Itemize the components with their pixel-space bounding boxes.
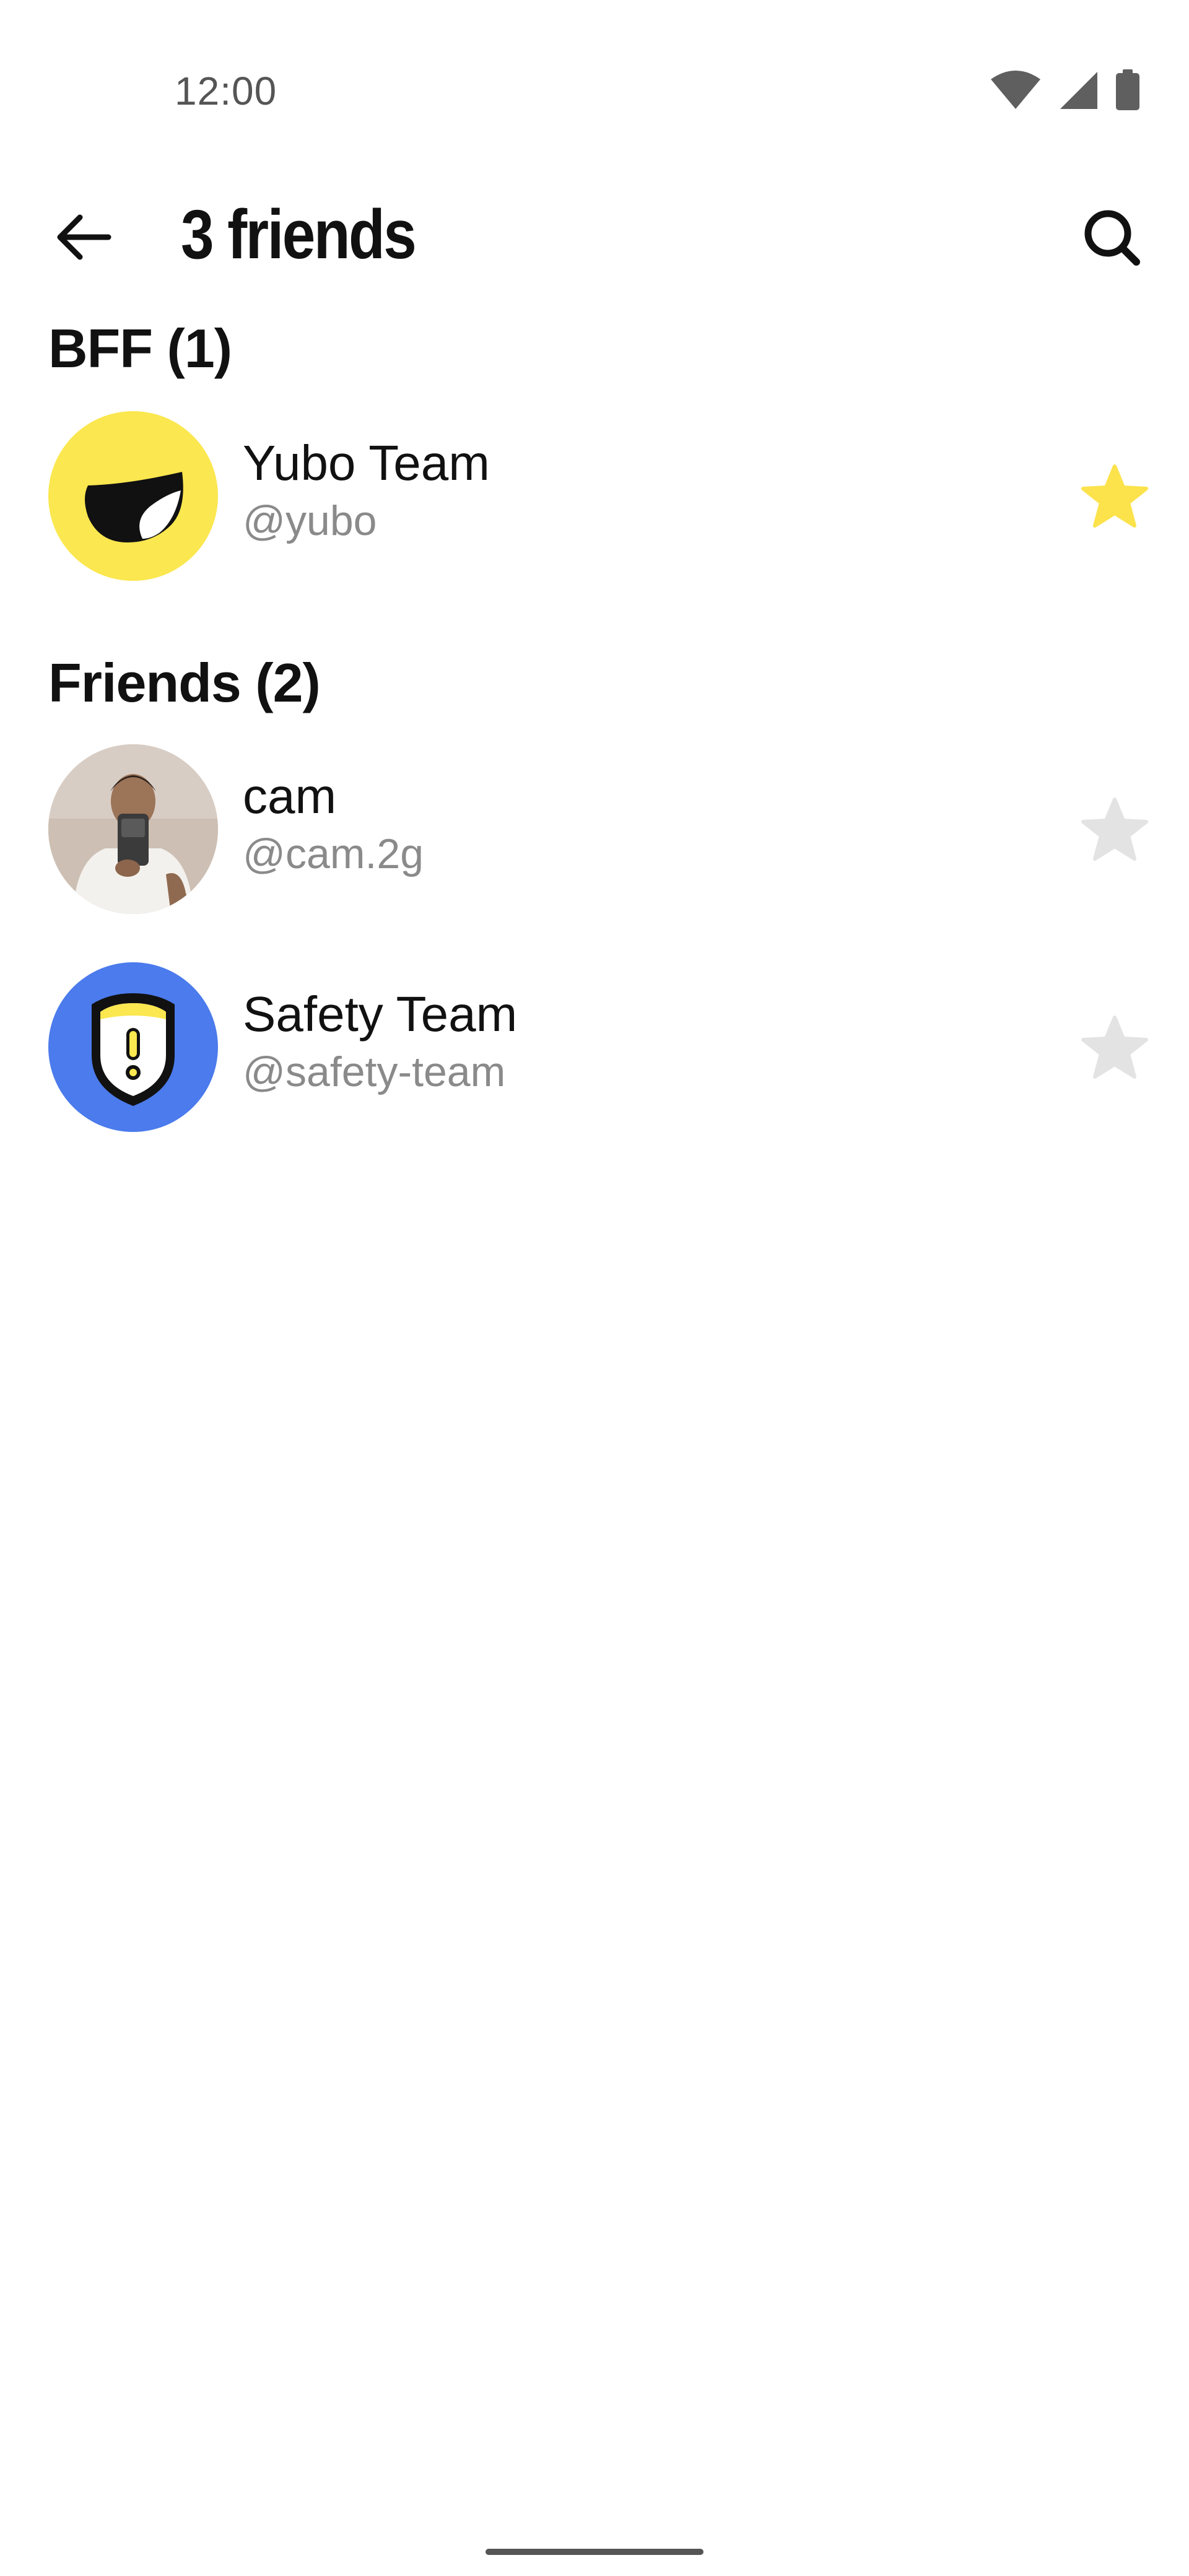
star-outline-icon — [1081, 797, 1149, 866]
arrow-left-icon — [55, 212, 112, 265]
yubo-logo-icon — [48, 472, 218, 581]
star-filled-icon — [1081, 464, 1149, 533]
search-icon — [1082, 207, 1141, 270]
friend-row-safety-team[interactable]: Safety Team @safety-team — [0, 962, 1189, 1142]
section-title-bff: BFF (1) — [48, 318, 232, 379]
home-indicator[interactable] — [486, 2549, 703, 2555]
friend-name: Safety Team — [243, 986, 518, 1042]
bff-star-toggle[interactable] — [1071, 1006, 1158, 1092]
cell-signal-icon — [1059, 71, 1099, 113]
user-photo-icon — [48, 744, 218, 914]
avatar — [48, 744, 218, 914]
status-bar: 12:00 — [0, 0, 1189, 142]
bff-star-toggle[interactable] — [1071, 788, 1158, 874]
friend-handle: @cam.2g — [243, 830, 424, 877]
status-time: 12:00 — [175, 69, 277, 113]
star-outline-icon — [1081, 1015, 1149, 1084]
page-title: 3 friends — [181, 196, 417, 273]
friend-name: Yubo Team — [243, 435, 490, 490]
wifi-icon — [990, 71, 1042, 113]
friend-row-cam[interactable]: cam @cam.2g — [0, 744, 1189, 924]
friend-name: cam — [243, 768, 337, 824]
friend-handle: @yubo — [243, 497, 377, 544]
safety-shield-icon — [48, 993, 218, 1132]
friend-handle: @safety-team — [243, 1048, 506, 1095]
avatar — [48, 411, 218, 581]
status-icons — [990, 69, 1139, 113]
friend-row-yubo-team[interactable]: Yubo Team @yubo — [0, 411, 1189, 591]
app-bar: 3 friends — [0, 186, 1189, 285]
back-button[interactable] — [43, 198, 124, 279]
battery-icon — [1116, 69, 1139, 113]
search-button[interactable] — [1071, 198, 1152, 279]
section-title-friends: Friends (2) — [48, 652, 321, 713]
bff-star-toggle[interactable] — [1071, 455, 1158, 541]
avatar — [48, 962, 218, 1132]
